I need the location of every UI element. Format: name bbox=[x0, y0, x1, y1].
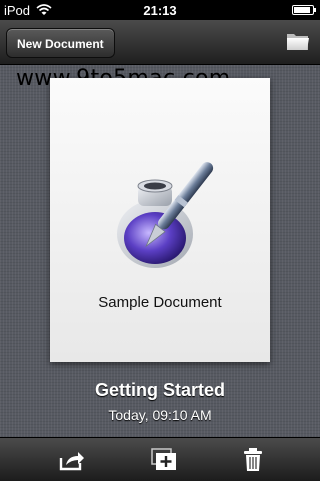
duplicate-icon[interactable] bbox=[150, 448, 178, 472]
thumbnail-caption: Sample Document bbox=[98, 294, 222, 311]
document-title[interactable]: Getting Started bbox=[0, 380, 320, 401]
inkwell-pen-icon bbox=[117, 162, 214, 268]
battery-level bbox=[294, 7, 310, 13]
battery-icon bbox=[292, 5, 316, 15]
status-bar: iPod 21:13 bbox=[0, 0, 320, 20]
document-thumbnail[interactable]: Sample Document bbox=[50, 78, 270, 362]
share-icon[interactable] bbox=[58, 448, 86, 472]
clock: 21:13 bbox=[143, 3, 177, 18]
bottom-toolbar bbox=[0, 437, 320, 481]
document-date: Today, 09:10 AM bbox=[108, 407, 212, 423]
top-toolbar: New Document bbox=[0, 20, 320, 65]
new-document-button[interactable]: New Document bbox=[6, 28, 115, 58]
trash-icon[interactable] bbox=[240, 448, 268, 472]
folder-icon[interactable] bbox=[286, 30, 310, 52]
